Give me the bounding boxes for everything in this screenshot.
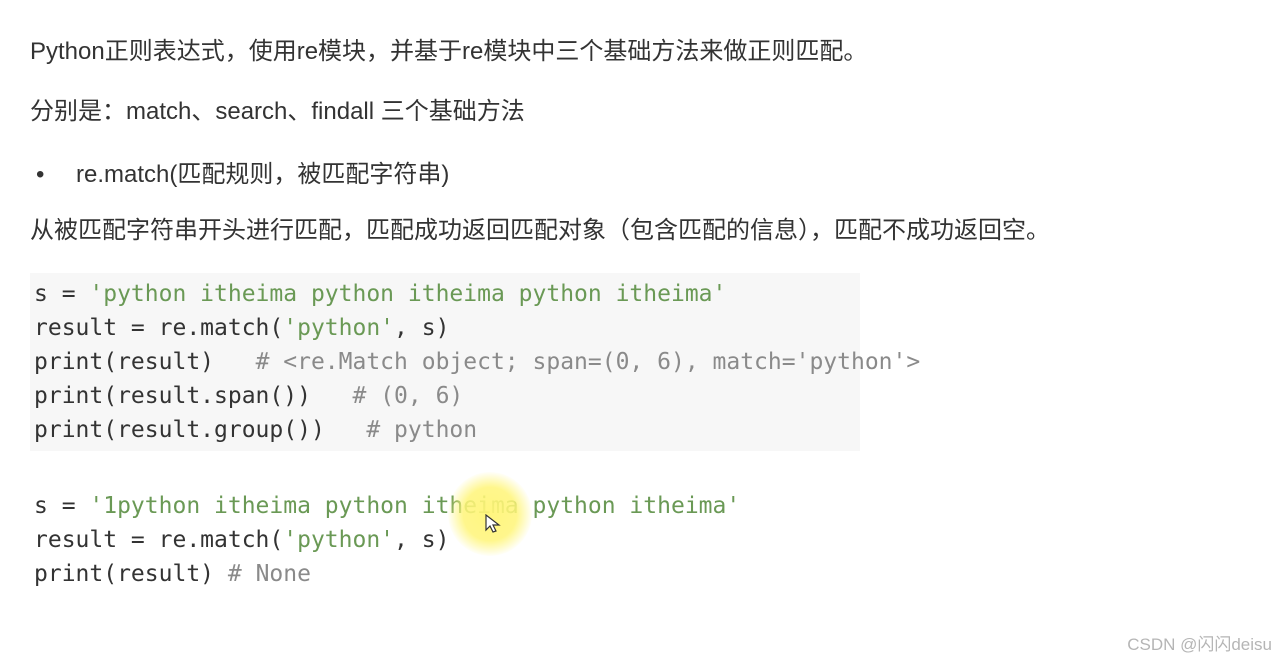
code-token: print(result) xyxy=(34,349,256,375)
paragraph-intro: Python正则表达式，使用re模块，并基于re模块中三个基础方法来做正则匹配。 xyxy=(30,34,1250,70)
spacer xyxy=(30,451,1250,485)
code-token: , s) xyxy=(394,315,449,341)
paragraph-match-desc: 从被匹配字符串开头进行匹配，匹配成功返回匹配对象（包含匹配的信息），匹配不成功返… xyxy=(30,213,1250,249)
watermark: CSDN @闪闪deisu xyxy=(1127,630,1272,655)
code-comment: # None xyxy=(228,561,311,587)
code-token: result = re.match( xyxy=(34,527,283,553)
bullet-item: • re.match(匹配规则，被匹配字符串) xyxy=(30,154,1250,189)
paragraph-methods: 分别是：match、search、findall 三个基础方法 xyxy=(30,94,1250,130)
code-comment: # python xyxy=(366,417,477,443)
code-string: '1python itheima python itheima python i… xyxy=(89,493,740,519)
bullet-text: re.match(匹配规则，被匹配字符串) xyxy=(76,154,449,189)
code-token: print(result.span()) xyxy=(34,383,353,409)
code-token: s = xyxy=(34,493,89,519)
code-comment: # (0, 6) xyxy=(353,383,464,409)
code-block-1: s = 'python itheima python itheima pytho… xyxy=(30,273,860,451)
document-content: Python正则表达式，使用re模块，并基于re模块中三个基础方法来做正则匹配。… xyxy=(0,0,1280,595)
code-string: 'python' xyxy=(283,527,394,553)
code-line: s = 'python itheima python itheima pytho… xyxy=(30,277,860,311)
code-line: result = re.match('python', s) xyxy=(30,311,860,345)
code-line: print(result) # <re.Match object; span=(… xyxy=(30,345,860,379)
code-line: print(result.span()) # (0, 6) xyxy=(30,379,860,413)
code-string: 'python itheima python itheima python it… xyxy=(89,281,726,307)
code-line: result = re.match('python', s) xyxy=(30,523,1250,557)
code-string: 'python' xyxy=(283,315,394,341)
code-token: s = xyxy=(34,281,89,307)
code-line: s = '1python itheima python itheima pyth… xyxy=(30,489,1250,523)
code-comment: # <re.Match object; span=(0, 6), match='… xyxy=(256,349,921,375)
code-line: print(result.group()) # python xyxy=(30,413,860,447)
bullet-dot: • xyxy=(30,161,76,189)
code-token: result = re.match( xyxy=(34,315,283,341)
code-token: print(result) xyxy=(34,561,228,587)
code-token: print(result.group()) xyxy=(34,417,366,443)
code-token: , s) xyxy=(394,527,449,553)
code-line: print(result) # None xyxy=(30,557,1250,591)
code-block-2: s = '1python itheima python itheima pyth… xyxy=(30,485,1250,595)
